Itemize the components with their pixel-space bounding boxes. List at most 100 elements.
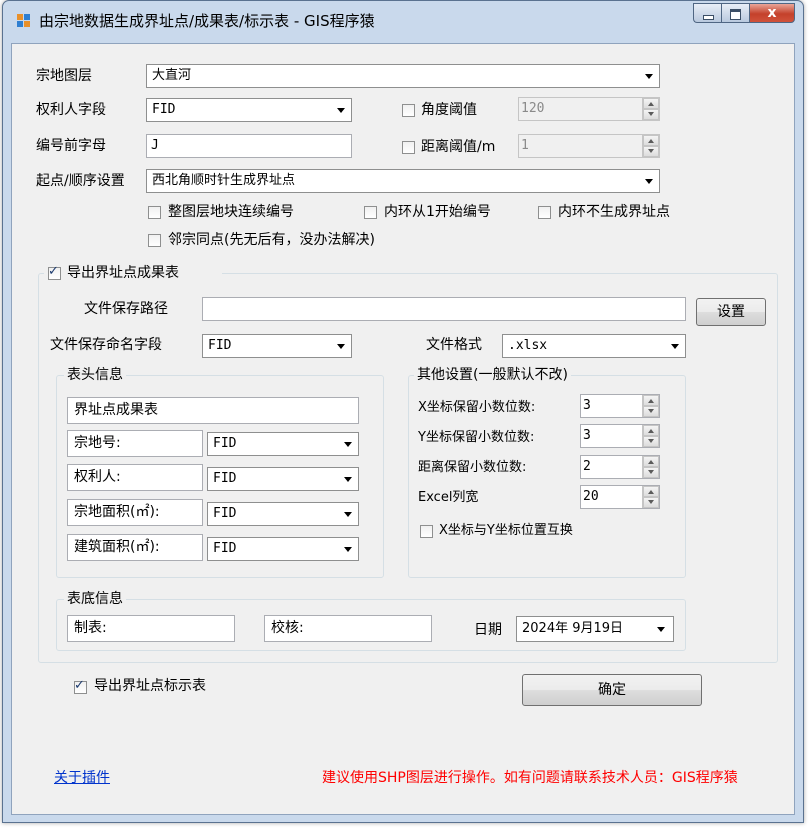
angle-threshold-label: 角度阈值 [421,102,477,118]
stepper-up-icon[interactable] [643,135,659,146]
stepper-down-icon[interactable] [643,109,659,120]
chevron-down-icon [337,108,345,113]
distance-threshold-checkbox[interactable] [402,141,415,154]
name-field-combo[interactable]: FID [202,334,352,358]
y-decimal-label: Y坐标保留小数位数: [418,430,535,445]
building-area-field-combo[interactable]: FID [207,537,359,561]
stepper-up-icon[interactable] [643,486,659,497]
export-result-table-checkbox[interactable]: ✓ [48,264,61,280]
y-decimal-stepper[interactable]: 3 [580,424,660,448]
parcel-area-field-value: FID [213,506,237,521]
chevron-down-icon [671,344,679,349]
neighbor-same-point-label: 邻宗同点(先无后有，没办法解决) [168,232,375,248]
file-format-combo[interactable]: .xlsx [502,334,686,358]
y-decimal-value: 3 [583,428,591,443]
stepper-down-icon[interactable] [643,436,659,447]
layer-label: 宗地图层 [36,68,92,84]
excel-width-value: 20 [583,489,599,504]
owner-name-field-combo[interactable]: FID [207,467,359,491]
stepper-down-icon[interactable] [643,467,659,478]
dialog-client-area: 宗地图层 大直河 权利人字段 FID 角度阈值 120 编号前字母 J 距离阈值… [11,43,795,815]
prefix-input[interactable]: J [146,134,352,158]
neighbor-same-point-checkbox[interactable] [148,234,161,247]
ok-button[interactable]: 确定 [522,674,702,706]
check-icon: ✓ [74,678,85,693]
checker-input[interactable]: 校核: [264,615,432,642]
minimize-button[interactable] [693,3,721,23]
inner-ring-none-checkbox[interactable] [538,206,551,219]
stepper-up-icon[interactable] [643,425,659,436]
parcel-no-input[interactable]: 宗地号: [67,430,203,457]
inner-ring-from1-checkbox[interactable] [364,206,377,219]
continuous-numbering-checkbox[interactable] [148,206,161,219]
parcel-no-field-combo[interactable]: FID [207,432,359,456]
distance-decimal-stepper[interactable]: 2 [580,455,660,479]
distance-threshold-label: 距离阈值/m [421,139,496,155]
swap-xy-checkbox[interactable] [420,525,433,538]
date-label: 日期 [474,622,502,638]
order-combo-value: 西北角顺时针生成界址点 [152,173,296,188]
layer-combo-value: 大直河 [152,68,192,83]
owner-name-field-value: FID [213,471,237,486]
inner-ring-none-label: 内环不生成界址点 [558,204,670,220]
distance-threshold-value: 1 [521,138,529,153]
building-area-input[interactable]: 建筑面积(㎡): [67,534,203,561]
title-bar[interactable]: 由宗地数据生成界址点/成果表/标示表 - GIS程序猿 x [3,1,803,41]
save-path-input[interactable] [202,297,686,321]
maximize-button[interactable] [721,3,749,23]
chevron-down-icon [344,442,352,447]
maximize-icon [730,9,741,20]
stepper-up-icon[interactable] [643,395,659,406]
layer-combo[interactable]: 大直河 [146,64,660,88]
export-marker-table-label: 导出界址点标示表 [94,678,206,694]
owner-field-value: FID [152,102,176,117]
x-decimal-stepper[interactable]: 3 [580,394,660,418]
stepper-down-icon[interactable] [643,146,659,157]
parcel-area-input[interactable]: 宗地面积(㎡): [67,499,203,526]
prefix-label: 编号前字母 [36,138,106,154]
maker-input[interactable]: 制表: [67,615,235,642]
parcel-no-field-value: FID [213,436,237,451]
name-field-value: FID [208,338,232,353]
angle-threshold-value: 120 [521,101,545,116]
owner-input[interactable]: 权利人: [67,464,203,491]
chevron-down-icon [657,627,665,632]
x-decimal-label: X坐标保留小数位数: [418,400,536,415]
chevron-down-icon [645,179,653,184]
header-title-input[interactable]: 界址点成果表 [67,397,359,424]
excel-width-stepper[interactable]: 20 [580,485,660,509]
stepper-up-icon[interactable] [643,98,659,109]
order-combo[interactable]: 西北角顺时针生成界址点 [146,169,660,193]
parcel-area-field-combo[interactable]: FID [207,502,359,526]
stepper-up-icon[interactable] [643,456,659,467]
inner-ring-from1-label: 内环从1开始编号 [384,204,491,220]
chevron-down-icon [645,74,653,79]
distance-threshold-stepper[interactable]: 1 [518,134,660,158]
stepper-down-icon[interactable] [643,406,659,417]
owner-field-label: 权利人字段 [36,102,106,118]
angle-threshold-stepper[interactable]: 120 [518,97,660,121]
close-icon: x [767,5,777,21]
excel-width-label: Excel列宽 [418,490,479,505]
close-button[interactable]: x [749,3,795,23]
export-marker-table-checkbox[interactable]: ✓ [74,678,87,694]
chevron-down-icon [337,344,345,349]
set-path-button[interactable]: 设置 [696,298,766,326]
order-label: 起点/顺序设置 [36,173,125,189]
notice-text: 建议使用SHP图层进行操作。如有问题请联系技术人员：GIS程序猿 [322,770,738,786]
stepper-down-icon[interactable] [643,497,659,508]
x-decimal-value: 3 [583,398,591,413]
file-format-label: 文件格式 [426,337,482,353]
angle-threshold-checkbox[interactable] [402,104,415,117]
continuous-numbering-label: 整图层地块连续编号 [168,204,294,220]
distance-decimal-value: 2 [583,459,591,474]
swap-xy-label: X坐标与Y坐标位置互换 [439,523,573,538]
about-plugin-link[interactable]: 关于插件 [54,768,110,788]
name-field-label: 文件保存命名字段 [50,337,162,353]
chevron-down-icon [344,547,352,552]
window-title: 由宗地数据生成界址点/成果表/标示表 - GIS程序猿 [39,12,375,30]
owner-field-combo[interactable]: FID [146,98,352,122]
minimize-icon [703,15,714,20]
save-path-label: 文件保存路径 [84,301,168,317]
date-picker[interactable]: 2024年 9月19日 [516,616,674,642]
